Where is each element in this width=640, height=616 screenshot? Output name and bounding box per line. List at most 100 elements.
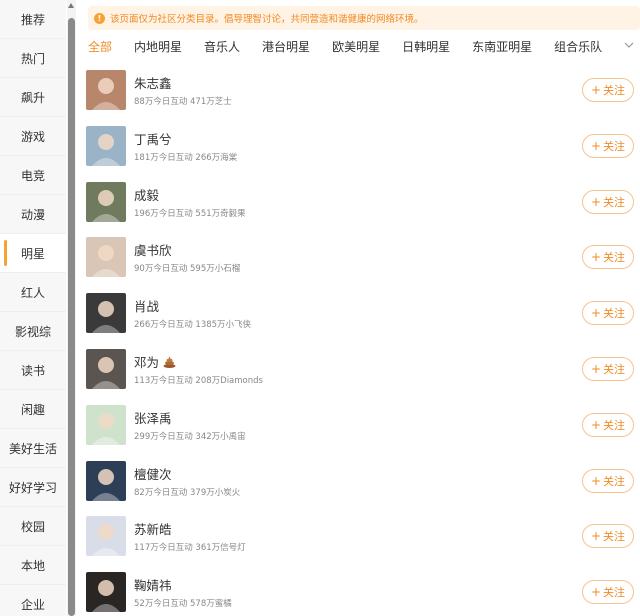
chevron-down-icon[interactable] — [624, 40, 634, 50]
plus-icon: + — [590, 529, 602, 544]
list-item[interactable]: 成毅 196万今日互动 551万奇毅果 + 关注 — [78, 174, 640, 230]
tab-2[interactable]: 音乐人 — [204, 38, 240, 55]
avatar[interactable] — [86, 460, 126, 501]
avatar[interactable] — [86, 404, 126, 445]
category-sidebar: 推荐 热门 飙升 游戏 电竞 动漫 明星 红人 影视综 读书 闲趣 美好生活 好好学习 校园 本地 企业 — [0, 0, 66, 616]
sidebar-item-2[interactable]: 飙升 — [0, 78, 66, 117]
scroll-up-arrow-icon[interactable] — [68, 3, 74, 8]
interaction-stats: 52万今日互动 578万蜜橘 — [134, 599, 232, 610]
list-item[interactable]: 邓为 113万今日互动 208万Diamonds + 关注 — [78, 341, 640, 397]
sidebar-item-4[interactable]: 电竞 — [0, 156, 66, 195]
star-name-text[interactable]: 虞书欣 — [134, 243, 172, 258]
main-content: ! 该页面仅为社区分类目录。倡导理智讨论，共同营造和谐健康的网络环境。 全部 内地… — [78, 0, 640, 616]
sidebar-item-3[interactable]: 游戏 — [0, 117, 66, 156]
tab-0[interactable]: 全部 — [88, 38, 112, 55]
star-name[interactable]: 丁禹兮 — [134, 129, 172, 148]
star-name-text[interactable]: 檀健次 — [134, 467, 172, 482]
avatar[interactable] — [86, 293, 126, 334]
follow-button[interactable]: + 关注 — [582, 356, 634, 381]
follow-button[interactable]: + 关注 — [582, 412, 634, 437]
sidebar-item-9[interactable]: 读书 — [0, 351, 66, 390]
follow-label: 关注 — [603, 530, 626, 544]
follow-button[interactable]: + 关注 — [582, 468, 634, 493]
sidebar-item-14[interactable]: 本地 — [0, 546, 66, 585]
avatar[interactable] — [86, 348, 126, 389]
star-name[interactable]: 朱志鑫 — [134, 73, 172, 92]
tab-7[interactable]: 组合乐队 — [554, 38, 602, 55]
follow-button[interactable]: + 关注 — [582, 580, 634, 605]
sidebar-item-7[interactable]: 红人 — [0, 273, 66, 312]
sidebar-item-8[interactable]: 影视综 — [0, 312, 66, 351]
sidebar-item-1[interactable]: 热门 — [0, 39, 66, 78]
list-item[interactable]: 张泽禹 299万今日互动 342万小禹宙 + 关注 — [78, 397, 640, 453]
star-list: 朱志鑫 88万今日互动 471万芝士 + 关注 丁禹兮 181万今日互动 266万海棠 + 关… — [78, 62, 640, 616]
follow-button[interactable]: + 关注 — [582, 524, 634, 549]
star-name-text[interactable]: 成毅 — [134, 188, 159, 203]
follow-label: 关注 — [603, 418, 626, 432]
star-name[interactable]: 成毅 — [134, 185, 159, 204]
sidebar-item-13[interactable]: 校园 — [0, 507, 66, 546]
follow-button[interactable]: + 关注 — [582, 78, 634, 102]
star-name[interactable]: 邓为 — [134, 352, 176, 371]
star-name[interactable]: 檀健次 — [134, 464, 172, 483]
sidebar-item-6[interactable]: 明星 — [0, 234, 66, 273]
star-name[interactable]: 虞书欣 — [134, 240, 172, 259]
list-item[interactable]: 朱志鑫 88万今日互动 471万芝士 + 关注 — [78, 62, 640, 118]
follow-label: 关注 — [603, 139, 626, 153]
avatar[interactable] — [86, 237, 126, 278]
plus-icon: + — [590, 306, 602, 321]
avatar[interactable] — [86, 181, 126, 222]
tab-3[interactable]: 港台明星 — [262, 38, 310, 55]
follow-button[interactable]: + 关注 — [582, 245, 634, 270]
sidebar-item-0[interactable]: 推荐 — [0, 0, 66, 39]
list-item[interactable]: 檀健次 82万今日互动 379万小炭火 + 关注 — [78, 453, 640, 509]
star-name[interactable]: 鞠婧祎 — [134, 575, 172, 594]
sidebar-item-12[interactable]: 好好学习 — [0, 468, 66, 507]
scroll-thumb[interactable] — [68, 18, 75, 616]
interaction-stats: 113万今日互动 208万Diamonds — [134, 375, 263, 386]
star-name[interactable]: 肖战 — [134, 296, 159, 315]
avatar[interactable] — [86, 70, 126, 110]
tab-4[interactable]: 欧美明星 — [332, 38, 380, 55]
star-name[interactable]: 苏新皓 — [134, 519, 172, 538]
follow-label: 关注 — [603, 586, 626, 600]
star-name-text[interactable]: 鞠婧祎 — [134, 578, 172, 593]
sidebar-scrollbar[interactable] — [67, 0, 76, 616]
interaction-stats: 117万今日互动 361万信号灯 — [134, 543, 246, 554]
follow-label: 关注 — [603, 362, 626, 376]
follow-label: 关注 — [603, 84, 626, 97]
star-name-text[interactable]: 张泽禹 — [134, 411, 172, 426]
avatar[interactable] — [86, 125, 126, 166]
avatar[interactable] — [86, 516, 126, 557]
tab-5[interactable]: 日韩明星 — [402, 38, 450, 55]
follow-button[interactable]: + 关注 — [582, 133, 634, 158]
interaction-stats: 196万今日互动 551万奇毅果 — [134, 208, 246, 219]
star-name[interactable]: 张泽禹 — [134, 408, 172, 427]
follow-button[interactable]: + 关注 — [582, 189, 634, 214]
sidebar-item-10[interactable]: 闲趣 — [0, 390, 66, 429]
star-name-text[interactable]: 朱志鑫 — [134, 76, 172, 91]
list-item[interactable]: 鞠婧祎 52万今日互动 578万蜜橘 + 关注 — [78, 564, 640, 616]
list-item[interactable]: 苏新皓 117万今日互动 361万信号灯 + 关注 — [78, 508, 640, 564]
list-item[interactable]: 丁禹兮 181万今日互动 266万海棠 + 关注 — [78, 118, 640, 174]
list-item[interactable]: 虞书欣 90万今日互动 595万小石榴 + 关注 — [78, 229, 640, 285]
star-name-text[interactable]: 苏新皓 — [134, 522, 172, 537]
star-name-text[interactable]: 肖战 — [134, 299, 159, 314]
plus-icon: + — [590, 473, 602, 488]
sidebar-item-15[interactable]: 企业 — [0, 585, 66, 616]
avatar[interactable] — [86, 572, 126, 613]
tab-1[interactable]: 内地明星 — [134, 38, 182, 55]
follow-button[interactable]: + 关注 — [582, 301, 634, 326]
plus-icon: + — [590, 585, 602, 600]
interaction-stats: 90万今日互动 595万小石榴 — [134, 264, 241, 275]
follow-label: 关注 — [603, 474, 626, 488]
star-name-text[interactable]: 丁禹兮 — [134, 132, 172, 147]
sidebar-item-11[interactable]: 美好生活 — [0, 429, 66, 468]
star-name-text[interactable]: 邓为 — [134, 355, 159, 370]
tab-6[interactable]: 东南亚明星 — [472, 38, 532, 55]
follow-label: 关注 — [603, 307, 626, 321]
list-item[interactable]: 肖战 266万今日互动 1385万小飞侠 + 关注 — [78, 285, 640, 341]
interaction-stats: 88万今日互动 471万芝士 — [134, 97, 232, 107]
plus-icon: + — [590, 361, 602, 376]
sidebar-item-5[interactable]: 动漫 — [0, 195, 66, 234]
